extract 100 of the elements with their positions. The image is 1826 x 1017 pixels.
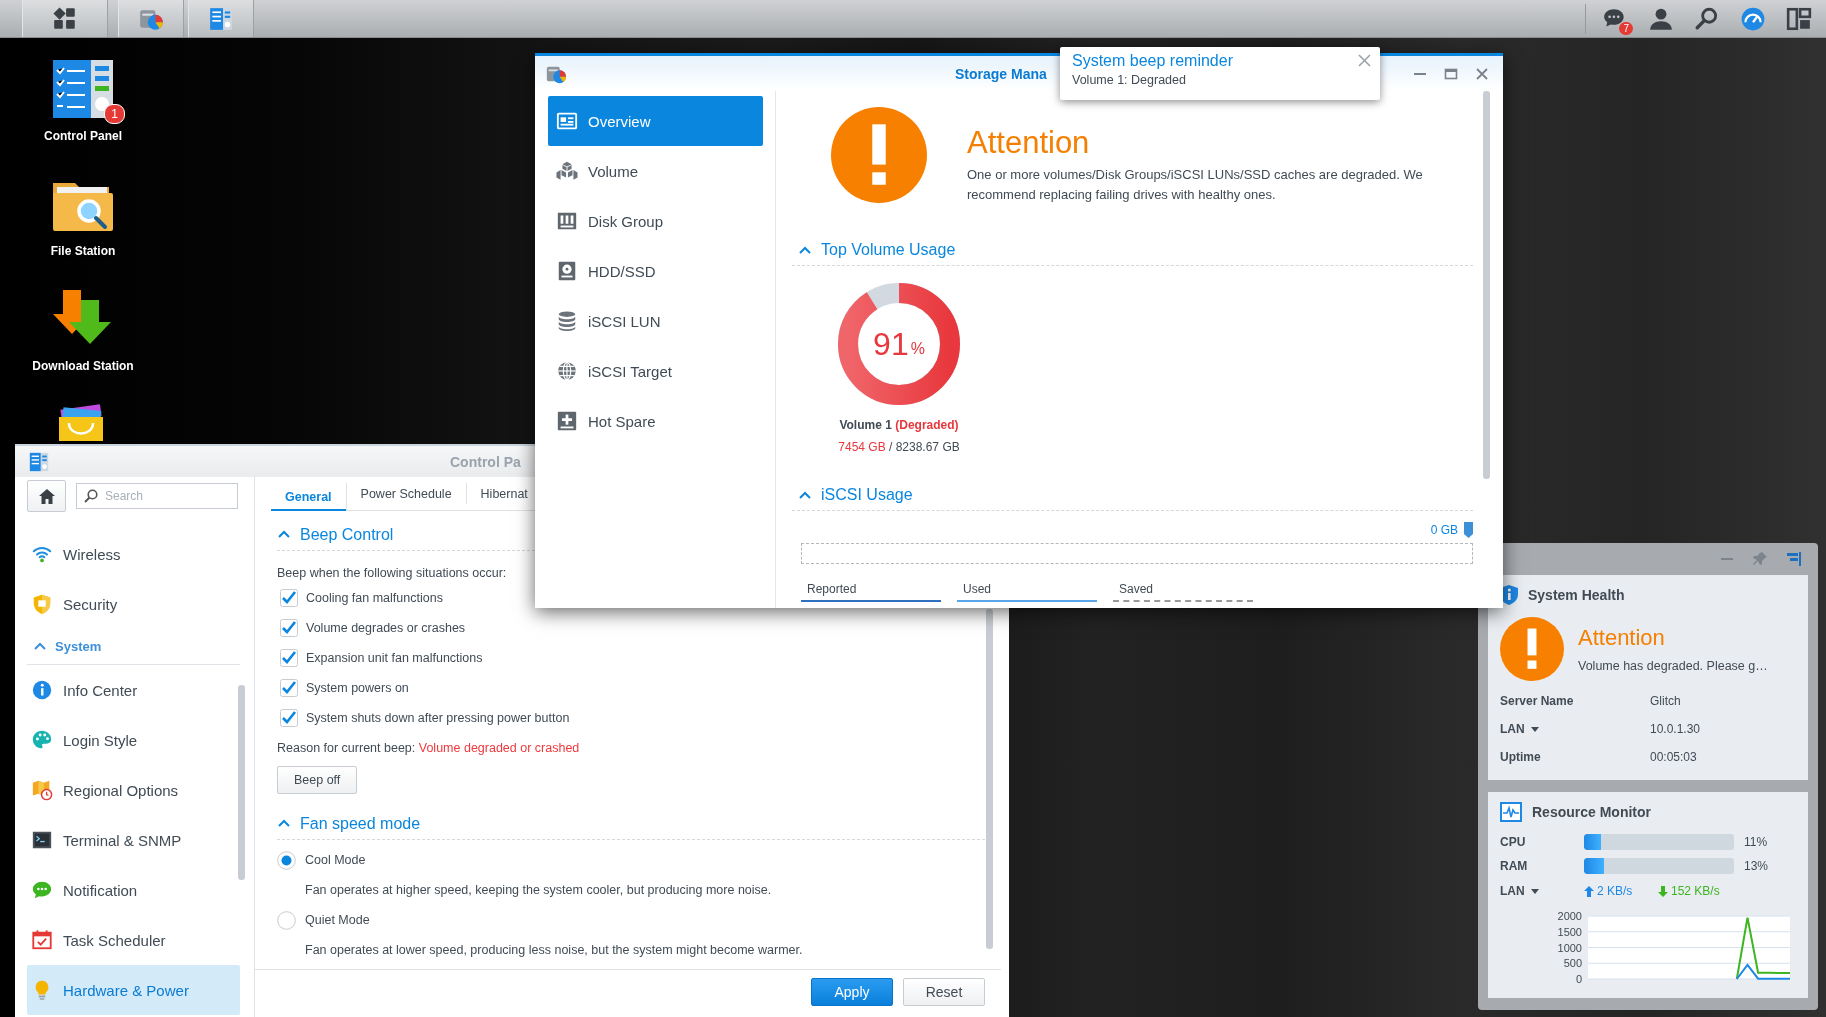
plus-box-icon [556,410,578,432]
section-heading: iSCSI Usage [821,486,913,504]
info-icon [31,679,53,701]
scrollbar[interactable] [238,685,245,880]
columns-icon [556,210,578,232]
checkbox-label: Expansion unit fan malfunctions [306,651,483,665]
palette-icon [31,729,53,751]
widget-title: System Health [1528,587,1625,603]
status-message: Volume has degraded. Please g… [1578,659,1768,673]
nav-item[interactable]: Hardware & Power [27,965,240,1015]
option-description: Fan operates at lower speed, producing less noise, but the system might become warmer. [304,942,804,959]
axis-tick-label: 500 [1563,957,1582,970]
widget-title: Resource Monitor [1532,804,1651,820]
exclamation-icon [1500,617,1564,681]
checkbox[interactable] [280,649,298,667]
scrollbar[interactable] [986,609,993,949]
desktop-icon-label[interactable]: Control Panel [44,129,122,143]
apply-button[interactable]: Apply [811,978,893,1006]
download-rate: 152 KB/s [1671,884,1720,898]
section-heading: Top Volume Usage [821,241,956,259]
option-description: Fan operates at higher speed, keeping the system cooler, but producing more noise. [304,882,773,899]
radio-label: Quiet Mode [305,913,370,927]
intro-text: Beep when the following situations occur: [277,565,508,582]
checkbox-label: System powers on [306,681,409,695]
checkbox[interactable] [280,709,298,727]
info-label: LAN [1500,722,1525,736]
nav-item[interactable]: Disk Group [548,196,763,246]
notification-badge: 7 [1619,21,1633,35]
speech-bubble-icon [31,879,53,901]
info-value: 00:05:03 [1650,750,1697,764]
upload-rate: 2 KB/s [1597,884,1633,898]
nav-item[interactable]: Info Center [27,665,240,715]
upload-arrow-icon [1584,885,1594,897]
beep-off-button[interactable]: Beep off [277,766,358,794]
tab[interactable]: Hibernat [466,483,528,504]
reason-value: Volume degraded or crashed [418,741,580,755]
search-icon [84,489,98,503]
map-clock-icon [31,779,53,801]
alert-title: Attention [967,125,1091,161]
nav-item[interactable]: Notification [27,865,240,915]
scrollbar[interactable] [1483,91,1490,479]
tab[interactable]: General [271,483,347,511]
checkbox-label: System shuts down after pressing power button [306,711,570,725]
checkbox[interactable] [280,619,298,637]
tab[interactable]: Power Schedule [346,483,467,504]
legend-tab[interactable]: Saved [1113,582,1253,602]
gauge-icon[interactable] [1740,5,1766,32]
checkbox-label: Volume degrades or crashes [306,621,466,635]
legend-tab[interactable]: Used [957,582,1097,602]
section-heading: Beep Control [300,525,394,544]
meter-reading: 11% [1744,835,1768,849]
status-title: Attention [1578,625,1666,651]
desktop-icon-label[interactable]: Download Station [32,359,134,373]
pulse-icon [1500,802,1522,822]
radio-button[interactable] [277,910,296,930]
nav-item[interactable]: Hot Spare [548,396,763,446]
checkbox-label: Cooling fan malfunctions [306,591,443,605]
nav-item[interactable]: iSCSI LUN [548,296,763,346]
widgets-icon[interactable] [1786,5,1812,32]
radio-button[interactable] [277,850,296,870]
window-title: Control Pa [450,453,521,470]
axis-tick-label: 2000 [1557,910,1582,922]
search-icon[interactable] [1694,5,1720,32]
reset-button[interactable]: Reset [903,978,985,1006]
checkbox[interactable] [280,679,298,697]
volume-status: (Degraded) [895,418,959,432]
maximize-icon[interactable] [1444,66,1458,81]
home-icon [37,487,56,505]
nav-item[interactable]: Security [27,579,240,629]
shield-icon [31,593,53,615]
nav-item[interactable]: Volume [548,146,763,196]
dropdown-caret-icon[interactable] [1530,726,1539,732]
checkbox[interactable] [280,589,298,607]
close-icon[interactable] [1475,66,1489,81]
legend-tab[interactable]: Reported [801,582,941,602]
dropdown-caret-icon[interactable] [1530,888,1539,894]
window-title: Storage Mana [955,65,1047,82]
taskbar-button[interactable] [22,0,108,37]
info-value: Glitch [1650,694,1681,708]
nav-item[interactable]: iSCSI Target [548,346,763,396]
total-capacity: / 8238.67 GB [889,440,960,454]
nav-item[interactable]: Overview [548,96,763,146]
desktop-icon-label[interactable]: File Station [50,244,116,258]
capacity-label: 0 GB [1430,523,1458,537]
terminal-icon [31,829,53,851]
meter-label: RAM [1500,859,1529,873]
close-icon[interactable] [1358,54,1371,67]
meter-reading: 13% [1744,859,1769,873]
axis-tick-label: 1000 [1557,941,1582,954]
home-button[interactable] [27,480,66,512]
nav-item[interactable]: Task Scheduler [27,915,240,965]
calendar-icon [31,929,53,951]
meter-label: CPU [1500,835,1527,849]
notification-message: Volume 1: Degraded [1072,73,1187,87]
nav-item[interactable]: HDD/SSD [548,246,763,296]
usage-percent: 91 [873,325,909,363]
axis-tick-label: 1500 [1557,925,1582,938]
search-field[interactable]: Search [76,483,238,509]
info-label: Server Name [1500,694,1574,708]
nav-item[interactable]: Wireless [27,529,240,579]
